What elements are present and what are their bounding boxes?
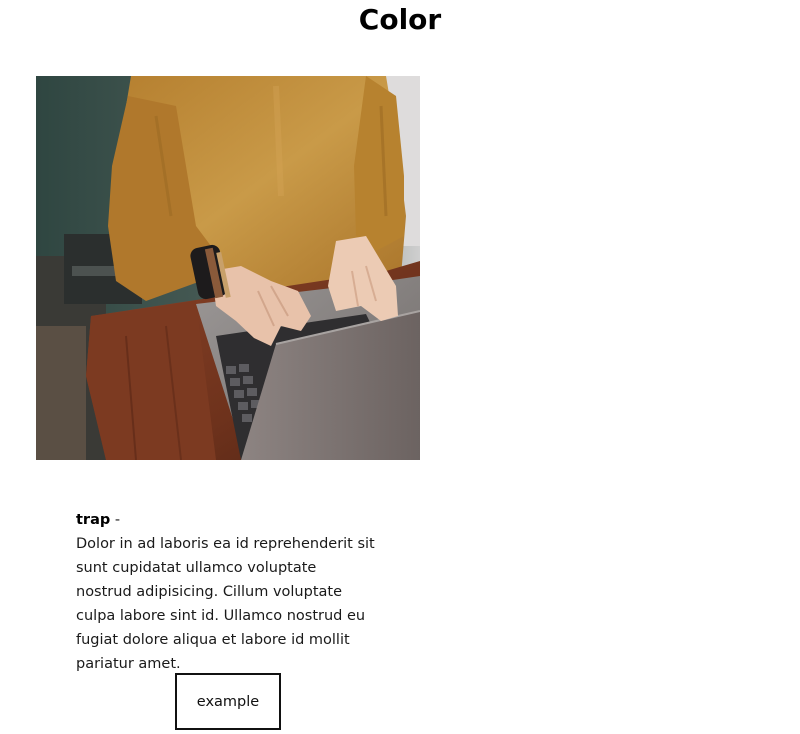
term-line: trap - bbox=[76, 508, 376, 532]
example-button[interactable]: example bbox=[175, 673, 281, 730]
card-description: trap - Dolor in ad laboris ea id reprehe… bbox=[76, 508, 376, 676]
term-label: trap bbox=[76, 512, 111, 528]
laptop-photo bbox=[36, 76, 420, 460]
description-text: Dolor in ad laboris ea id reprehenderit … bbox=[76, 536, 375, 672]
page-title: Color bbox=[358, 3, 442, 36]
term-separator: - bbox=[110, 512, 121, 528]
